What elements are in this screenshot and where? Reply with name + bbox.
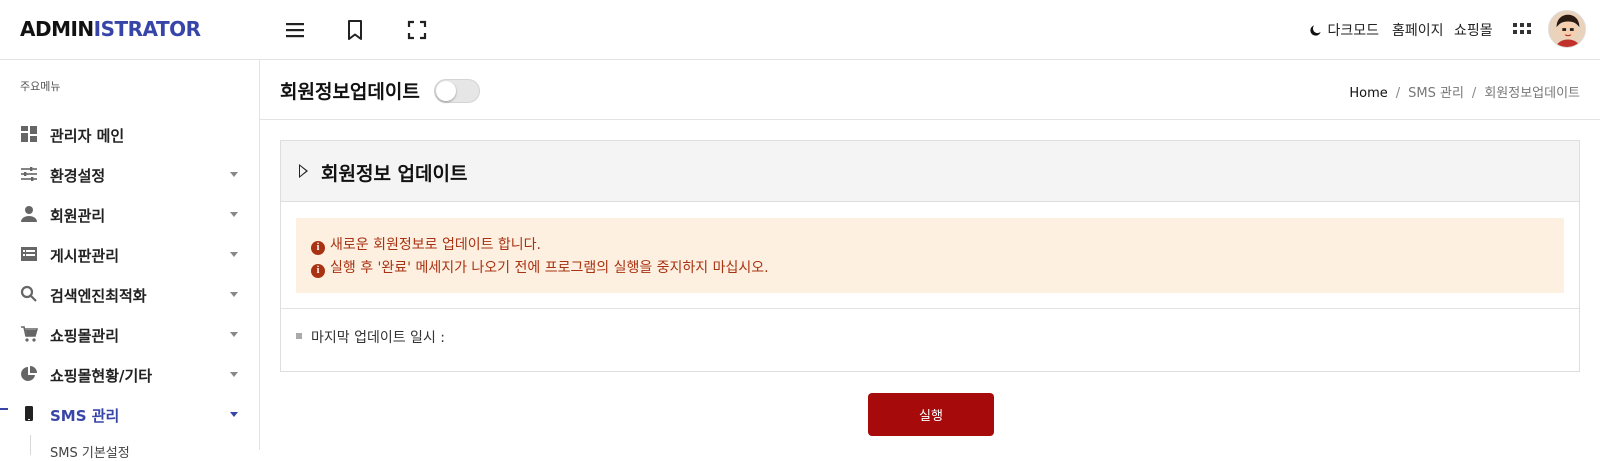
sidebar-item-label: 게시판관리: [50, 247, 120, 265]
sidebar: 주요메뉴 관리자 메인 환경설정 회원관리 게시판관리 검색엔진최적화 쇼핑몰관…: [0, 60, 260, 461]
sidebar-item-label: 회원관리: [50, 207, 106, 225]
alert-text: 실행 후 '완료' 메세지가 나오기 전에 프로그램의 실행을 중지하지 마십시…: [330, 260, 769, 276]
logo-admin-text: ADMIN: [20, 17, 94, 41]
moon-icon: [1309, 23, 1323, 37]
page-title: 회원정보업데이트: [280, 81, 420, 103]
sidebar-item-label: 쇼핑몰관리: [50, 327, 120, 345]
sidebar-item-shop-status[interactable]: 쇼핑몰현황/기타: [0, 355, 259, 395]
sidebar-item-seo[interactable]: 검색엔진최적화: [0, 275, 259, 315]
breadcrumb-current: 회원정보업데이트: [1484, 86, 1580, 101]
info-icon: i: [311, 264, 325, 278]
fullscreen-icon[interactable]: [405, 18, 429, 42]
sidebar-item-shop-admin[interactable]: 쇼핑몰관리: [0, 315, 259, 355]
alert-text: 새로운 회원정보로 업데이트 합니다.: [330, 237, 541, 253]
top-bar: ADMINISTRATOR 다크모드 홈페이지 쇼핑몰: [0, 0, 1600, 60]
update-card: 회원정보 업데이트 i 새로운 회원정보로 업데이트 합니다. i 실행 후 '완료…: [280, 140, 1580, 372]
sliders-icon: [20, 165, 38, 183]
logo[interactable]: ADMINISTRATOR: [20, 17, 201, 41]
card-divider: [281, 308, 1579, 309]
shopping-mall-link[interactable]: 쇼핑몰: [1454, 20, 1493, 40]
chevron-down-icon: [230, 372, 238, 377]
sidebar-item-label: SMS 관리: [50, 407, 120, 425]
user-icon: [20, 205, 38, 223]
menu-toggle-icon[interactable]: [283, 18, 307, 42]
list-icon: [20, 245, 38, 263]
pie-chart-icon: [20, 365, 38, 383]
sidebar-heading: 주요메뉴: [20, 80, 61, 93]
avatar[interactable]: [1548, 10, 1586, 48]
breadcrumb: Home / SMS 관리 / 회원정보업데이트: [1349, 82, 1580, 101]
toggle-knob: [436, 81, 456, 101]
submenu-guide-line: [30, 435, 31, 455]
breadcrumb-section[interactable]: SMS 관리: [1408, 86, 1464, 101]
sidebar-item-label: 검색엔진최적화: [50, 287, 147, 305]
sidebar-item-members[interactable]: 회원관리: [0, 195, 259, 235]
chevron-down-icon: [230, 412, 238, 417]
run-button[interactable]: 실행: [868, 393, 994, 436]
sidebar-item-label: 쇼핑몰현황/기타: [50, 367, 153, 385]
apps-grid-icon[interactable]: [1510, 18, 1534, 42]
homepage-link[interactable]: 홈페이지: [1392, 20, 1444, 40]
bullet-square-icon: [296, 333, 302, 339]
dark-mode-label: 다크모드: [1327, 23, 1379, 39]
page-header: 회원정보업데이트 Home / SMS 관리 / 회원정보업데이트: [260, 60, 1600, 120]
breadcrumb-separator: /: [1471, 86, 1477, 101]
chevron-down-icon: [230, 172, 238, 177]
bookmark-icon[interactable]: [343, 18, 367, 42]
warning-alert: i 새로운 회원정보로 업데이트 합니다. i 실행 후 '완료' 메세지가 나오기…: [296, 218, 1564, 293]
sidebar-item-sms[interactable]: SMS 관리: [0, 395, 259, 435]
breadcrumb-home[interactable]: Home: [1349, 86, 1387, 101]
last-update-label: 마지막 업데이트 일시 :: [311, 330, 445, 346]
caret-right-icon: [299, 164, 308, 178]
sidebar-item-admin-main[interactable]: 관리자 메인: [0, 115, 259, 155]
page-toggle-switch[interactable]: [434, 79, 480, 103]
sidebar-item-label: 환경설정: [50, 167, 106, 185]
dashboard-icon: [20, 125, 38, 143]
info-icon: i: [311, 241, 325, 255]
search-icon: [20, 285, 38, 303]
chevron-down-icon: [230, 332, 238, 337]
chevron-down-icon: [230, 292, 238, 297]
dark-mode-link[interactable]: 다크모드: [1309, 20, 1379, 40]
alert-line: i 실행 후 '완료' 메세지가 나오기 전에 프로그램의 실행을 중지하지 마십…: [311, 257, 769, 278]
chevron-down-icon: [230, 212, 238, 217]
sidebar-item-label: 관리자 메인: [50, 127, 125, 145]
last-update-row: 마지막 업데이트 일시 :: [296, 327, 445, 347]
cart-icon: [20, 325, 38, 343]
sidebar-item-board[interactable]: 게시판관리: [0, 235, 259, 275]
chevron-down-icon: [230, 252, 238, 257]
breadcrumb-separator: /: [1395, 86, 1401, 101]
card-header[interactable]: 회원정보 업데이트: [281, 141, 1579, 202]
logo-istrator-text: ISTRATOR: [93, 17, 201, 41]
sidebar-subitem-sms-settings[interactable]: SMS 기본설정: [50, 442, 130, 461]
card-title: 회원정보 업데이트: [321, 163, 468, 185]
phone-icon: [20, 405, 38, 423]
sidebar-item-settings[interactable]: 환경설정: [0, 155, 259, 195]
alert-line: i 새로운 회원정보로 업데이트 합니다.: [311, 234, 541, 255]
